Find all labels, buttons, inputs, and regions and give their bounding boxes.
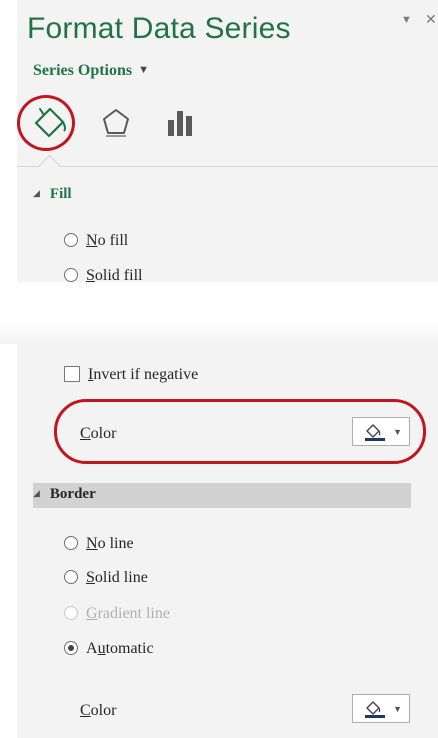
invert-if-negative-checkbox[interactable]: Invert if negative <box>64 366 198 384</box>
fill-section-header[interactable]: ◢ Fill <box>33 186 72 203</box>
gradient-line-radio[interactable]: Gradient line <box>64 605 170 623</box>
hotkey: N <box>86 232 98 249</box>
bar-chart-icon <box>168 111 192 136</box>
dropdown-arrow-icon: ▼ <box>393 704 402 714</box>
collapse-triangle-icon: ◢ <box>33 188 40 198</box>
collapse-triangle-icon: ◢ <box>33 488 40 498</box>
chevron-down-icon: ▼ <box>138 64 150 76</box>
tab-effects[interactable] <box>101 107 131 139</box>
hotkey: G <box>86 605 98 622</box>
option-label: olid line <box>94 569 148 586</box>
no-fill-radio[interactable]: No fill <box>64 232 128 250</box>
radio-button <box>64 570 78 584</box>
hotkey: C <box>80 702 91 719</box>
hotkey: N <box>86 535 98 552</box>
option-label: tomatic <box>105 640 154 657</box>
radio-button <box>64 268 78 282</box>
radio-button <box>64 606 78 620</box>
automatic-radio[interactable]: Automatic <box>64 640 154 658</box>
border-color-label: Color <box>80 702 117 719</box>
option-label: o line <box>97 535 134 552</box>
radio-button <box>64 536 78 550</box>
pane-menu-icon[interactable]: ▼ <box>401 14 412 26</box>
option-label: o fill <box>97 232 129 249</box>
fill-header-label: Fill <box>49 186 72 202</box>
pane-title: Format Data Series <box>27 12 291 45</box>
checkbox-box <box>64 366 80 382</box>
highlight-ring-fill-tab <box>17 95 75 151</box>
border-header-label: Border <box>49 486 96 502</box>
pane-close-icon[interactable]: ✕ <box>425 11 437 28</box>
tab-series-options[interactable] <box>165 108 197 138</box>
tab-divider <box>17 166 438 167</box>
solid-line-radio[interactable]: Solid line <box>64 569 148 587</box>
radio-button <box>64 233 78 247</box>
option-label: nvert if negative <box>93 366 199 383</box>
border-section-header[interactable]: ◢ Border <box>33 486 96 503</box>
series-options-label: Series Options <box>33 62 133 79</box>
hotkey: u <box>97 640 106 657</box>
series-options-dropdown[interactable]: Series Options ▼ <box>33 62 149 80</box>
option-label: radient line <box>97 605 170 622</box>
no-line-radio[interactable]: No line <box>64 535 134 553</box>
highlight-ring-fill-color <box>54 399 426 464</box>
cropped-area <box>0 282 438 344</box>
radio-button-selected <box>64 641 78 655</box>
border-color-picker-button[interactable]: ▼ <box>352 694 410 723</box>
pentagon-icon <box>103 109 129 137</box>
paint-bucket-color-icon <box>365 701 385 718</box>
hotkey: S <box>86 569 95 586</box>
